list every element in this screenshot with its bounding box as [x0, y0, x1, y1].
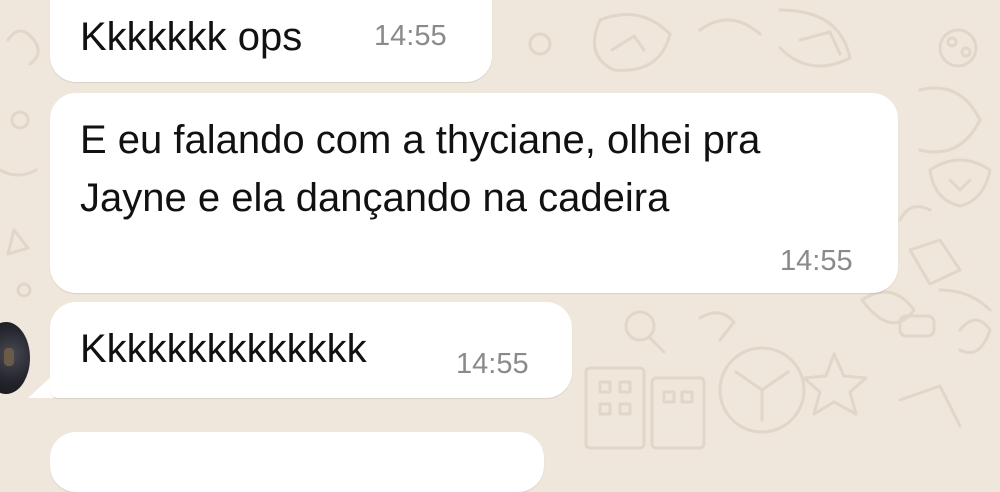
message-text: Kkkkkkk ops: [80, 15, 303, 59]
message-text-line: E eu falando com a thyciane, olhei pra: [80, 118, 761, 162]
message-text: E eu falando com a thyciane, olhei pra J…: [80, 111, 760, 227]
message-bubble[interactable]: Kkkkkkkkkkkkkk 14:55: [50, 302, 572, 398]
message-bubble[interactable]: E eu falando com a thyciane, olhei pra J…: [50, 93, 898, 293]
message-text-line: Jayne e ela dançando na cadeira: [80, 176, 670, 220]
message-bubble-partial[interactable]: [50, 432, 544, 492]
message-text: Kkkkkkkkkkkkkk: [80, 327, 367, 371]
message-bubble[interactable]: Kkkkkkk ops 14:55: [50, 0, 492, 82]
message-timestamp: 14:55: [374, 20, 447, 52]
message-timestamp: 14:55: [456, 348, 529, 380]
message-timestamp: 14:55: [780, 245, 853, 277]
